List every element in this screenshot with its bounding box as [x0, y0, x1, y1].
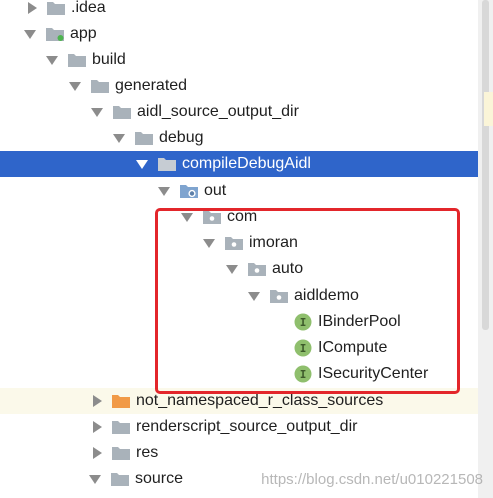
tree-item-label: renderscript_source_output_dir	[136, 418, 358, 435]
tree-item-label: ICompute	[318, 339, 388, 356]
tree-item-label: not_namespaced_r_class_sources	[136, 392, 384, 409]
collapse-arrow-icon[interactable]	[69, 81, 81, 91]
tree-item-label: source	[135, 470, 184, 487]
package-icon	[203, 211, 221, 224]
tree-item-isecuritycenter[interactable]: I ISecurityCenter	[0, 361, 478, 387]
tree-item-label: com	[227, 208, 258, 225]
folder-icon	[112, 447, 130, 460]
collapse-arrow-icon[interactable]	[226, 264, 238, 274]
tree-item-aidl-source-output-dir[interactable]: aidl_source_output_dir	[0, 99, 478, 125]
tree-item-out[interactable]: out	[0, 178, 478, 204]
tree-item-com[interactable]: com	[0, 204, 478, 230]
watermark-text: https://blog.csdn.net/u010221508	[261, 471, 483, 488]
tree-item-label: generated	[115, 77, 188, 94]
tree-item-res[interactable]: res	[0, 440, 478, 466]
collapse-arrow-icon[interactable]	[91, 107, 103, 117]
package-icon	[225, 237, 243, 250]
tree-item-label: debug	[159, 129, 204, 146]
scrollbar-thumb[interactable]	[482, 0, 489, 330]
tree-item-label: .idea	[71, 0, 106, 16]
tree-item-label: compileDebugAidl	[182, 155, 311, 172]
tree-item-label: aidl_source_output_dir	[137, 103, 299, 120]
tree-item-build[interactable]: build	[0, 47, 478, 73]
expand-arrow-icon[interactable]	[28, 2, 37, 14]
tree-item-icompute[interactable]: I ICompute	[0, 335, 478, 361]
collapse-arrow-icon[interactable]	[113, 133, 125, 143]
tree-item-auto[interactable]: auto	[0, 256, 478, 282]
tree-item-label: out	[204, 182, 227, 199]
editor-edge-strip	[484, 92, 493, 126]
interface-badge-letter: I	[300, 368, 307, 381]
collapse-arrow-icon[interactable]	[248, 291, 260, 301]
tree-item-app[interactable]: app	[0, 21, 478, 47]
expand-arrow-icon[interactable]	[93, 421, 102, 433]
collapse-arrow-icon[interactable]	[46, 55, 58, 65]
folder-icon	[47, 2, 65, 15]
tree-item-idea[interactable]: .idea	[0, 0, 478, 21]
collapse-arrow-icon[interactable]	[158, 186, 170, 196]
tree-item-label: ISecurityCenter	[318, 365, 429, 382]
collapse-arrow-icon[interactable]	[24, 29, 36, 39]
tree-item-generated[interactable]: generated	[0, 73, 478, 99]
tree-item-imoran[interactable]: imoran	[0, 230, 478, 256]
folder-icon	[112, 421, 130, 434]
source-root-folder-icon	[180, 185, 198, 198]
project-tree: .idea app build generated aidl_source_ou…	[0, 0, 493, 498]
collapse-arrow-icon[interactable]	[136, 159, 148, 169]
tree-item-label: auto	[272, 260, 304, 277]
excluded-folder-icon	[112, 395, 130, 408]
tree-item-label: aidldemo	[294, 287, 359, 304]
collapse-arrow-icon[interactable]	[203, 238, 215, 248]
folder-icon	[113, 106, 131, 119]
tree-item-renderscript-source-output-dir[interactable]: renderscript_source_output_dir	[0, 414, 478, 440]
expand-arrow-icon[interactable]	[93, 395, 102, 407]
tree-item-aidldemo[interactable]: aidldemo	[0, 283, 478, 309]
folder-icon	[91, 80, 109, 93]
tree-item-ibinderpool[interactable]: I IBinderPool	[0, 309, 478, 335]
package-icon	[248, 263, 266, 276]
tree-item-label: IBinderPool	[318, 313, 401, 330]
tree-item-debug[interactable]: debug	[0, 125, 478, 151]
collapse-arrow-icon[interactable]	[89, 474, 101, 484]
tree-item-compile-debug-aidl[interactable]: compileDebugAidl	[0, 151, 478, 177]
interface-icon: I	[294, 313, 312, 331]
folder-icon	[68, 54, 86, 67]
folder-icon	[111, 473, 129, 486]
collapse-arrow-icon[interactable]	[181, 212, 193, 222]
interface-badge-letter: I	[300, 316, 307, 329]
tree-item-label: imoran	[249, 234, 298, 251]
folder-icon	[135, 132, 153, 145]
interface-badge-letter: I	[300, 342, 307, 355]
tree-item-not-namespaced-r-class-sources[interactable]: not_namespaced_r_class_sources	[0, 388, 478, 414]
package-icon	[270, 290, 288, 303]
module-folder-icon	[46, 28, 64, 41]
tree-item-label: app	[70, 25, 97, 42]
interface-icon: I	[294, 365, 312, 383]
interface-icon: I	[294, 339, 312, 357]
tree-item-label: res	[136, 444, 159, 461]
tree-item-label: build	[92, 51, 126, 68]
folder-icon	[158, 158, 176, 171]
expand-arrow-icon[interactable]	[93, 447, 102, 459]
